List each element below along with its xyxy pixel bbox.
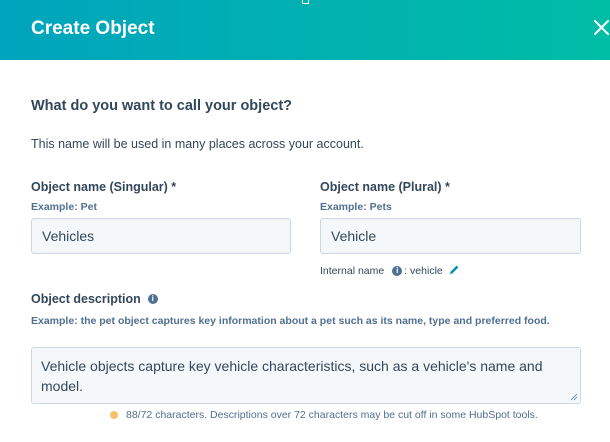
counter-text: 88/72 characters. Descriptions over 72 c… — [126, 409, 538, 421]
close-icon — [594, 20, 609, 35]
edit-internal-name-button[interactable] — [449, 264, 460, 278]
modal-header: Create Object — [0, 0, 610, 60]
description-example: Example: the pet object captures key inf… — [31, 315, 550, 327]
internal-name-row: Internal name i : vehicle — [320, 264, 460, 278]
internal-name-label: Internal name — [320, 265, 385, 277]
modal-title: Create Object — [31, 18, 155, 39]
singular-label: Object name (Singular) * — [31, 180, 177, 194]
info-icon[interactable]: i — [147, 294, 158, 304]
resize-handle-icon[interactable] — [570, 393, 578, 401]
info-icon[interactable]: i — [392, 266, 403, 276]
singular-example: Example: Pet — [31, 201, 97, 213]
description-textarea[interactable] — [31, 347, 581, 404]
close-button[interactable] — [592, 18, 610, 38]
character-counter: 88/72 characters. Descriptions over 72 c… — [110, 409, 538, 421]
section-heading: What do you want to call your object? — [31, 98, 293, 114]
helper-text: This name will be used in many places ac… — [31, 137, 364, 151]
plural-example: Example: Pets — [320, 201, 392, 213]
description-label: Object description — [31, 292, 141, 306]
pencil-icon — [449, 265, 459, 274]
plural-label: Object name (Plural) * — [320, 180, 450, 194]
internal-name-value: : vehicle — [404, 265, 443, 277]
plural-name-input[interactable] — [320, 218, 581, 254]
warning-dot-icon — [110, 411, 118, 419]
description-label-row: Object description i — [31, 292, 160, 306]
singular-name-input[interactable] — [31, 218, 291, 254]
header-notch-mark — [302, 0, 309, 4]
